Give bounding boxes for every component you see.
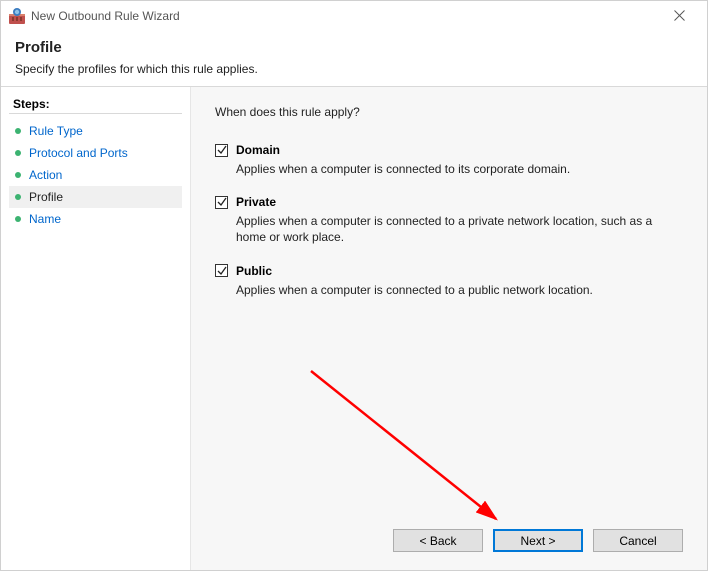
bullet-icon (15, 150, 21, 156)
step-label: Rule Type (29, 124, 83, 138)
option-label: Domain (236, 143, 280, 157)
step-label: Protocol and Ports (29, 146, 128, 160)
bullet-icon (15, 172, 21, 178)
question-text: When does this rule apply? (215, 105, 683, 119)
wizard-footer: < Back Next > Cancel (215, 509, 683, 552)
firewall-icon (9, 8, 25, 24)
step-label: Profile (29, 190, 63, 204)
checkbox-domain[interactable] (215, 144, 228, 157)
steps-sidebar: Steps: Rule Type Protocol and Ports Acti… (1, 87, 191, 570)
step-profile[interactable]: Profile (9, 186, 182, 208)
wizard-main: When does this rule apply? Domain Applie… (191, 87, 707, 570)
option-private: Private Applies when a computer is conne… (215, 195, 683, 245)
step-label: Name (29, 212, 61, 226)
steps-title: Steps: (9, 95, 182, 114)
next-button[interactable]: Next > (493, 529, 583, 552)
option-label: Public (236, 264, 272, 278)
close-icon[interactable] (659, 8, 699, 24)
step-name[interactable]: Name (9, 208, 182, 230)
step-protocol-and-ports[interactable]: Protocol and Ports (9, 142, 182, 164)
wizard-header: Profile Specify the profiles for which t… (1, 31, 707, 87)
page-subtitle: Specify the profiles for which this rule… (15, 62, 693, 76)
bullet-icon (15, 216, 21, 222)
wizard-body: Steps: Rule Type Protocol and Ports Acti… (1, 87, 707, 570)
page-title: Profile (15, 39, 693, 56)
cancel-button[interactable]: Cancel (593, 529, 683, 552)
step-action[interactable]: Action (9, 164, 182, 186)
option-label: Private (236, 195, 276, 209)
step-label: Action (29, 168, 62, 182)
window-title: New Outbound Rule Wizard (31, 9, 180, 23)
bullet-icon (15, 194, 21, 200)
option-domain: Domain Applies when a computer is connec… (215, 143, 683, 177)
option-public: Public Applies when a computer is connec… (215, 264, 683, 298)
option-description: Applies when a computer is connected to … (236, 161, 656, 177)
back-button[interactable]: < Back (393, 529, 483, 552)
checkbox-public[interactable] (215, 264, 228, 277)
checkbox-private[interactable] (215, 196, 228, 209)
step-rule-type[interactable]: Rule Type (9, 120, 182, 142)
bullet-icon (15, 128, 21, 134)
option-description: Applies when a computer is connected to … (236, 282, 656, 298)
titlebar: New Outbound Rule Wizard (1, 1, 707, 31)
option-description: Applies when a computer is connected to … (236, 213, 656, 245)
